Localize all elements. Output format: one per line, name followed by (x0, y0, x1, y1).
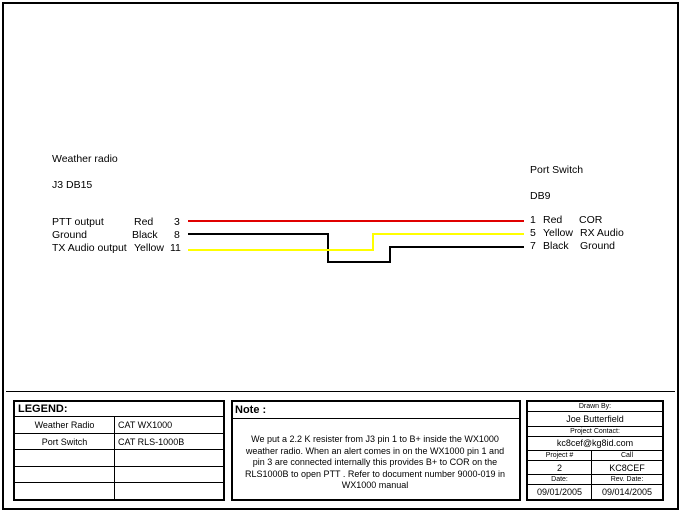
note-box: Note : We put a 2.2 K resister from J3 p… (231, 400, 521, 501)
rev-date-label: Rev. Date: (591, 474, 664, 486)
date-label: Date: (526, 474, 593, 486)
note-title: Note : (235, 404, 267, 416)
legend-row (13, 465, 225, 484)
project-contact-value: kc8cef@kg8id.com (526, 435, 664, 451)
drawn-by-value: Joe Butterfield (526, 411, 664, 427)
legend-table: LEGEND: Weather Radio CAT WX1000 Port Sw… (13, 400, 225, 501)
note-text: We put a 2.2 K resister from J3 pin 1 to… (245, 434, 505, 490)
project-number-label: Project # (526, 449, 593, 461)
legend-row (13, 482, 225, 501)
legend-item-name (13, 482, 115, 501)
legend-item-value (114, 482, 225, 501)
rev-date-value: 09/014/2005 (591, 484, 664, 501)
legend-item-value: CAT WX1000 (114, 416, 225, 434)
legend-row: Weather Radio CAT WX1000 (13, 416, 225, 434)
note-divider (233, 418, 519, 419)
project-contact-label: Project Contact: (526, 425, 664, 437)
project-number-value: 2 (526, 459, 593, 476)
black-wire (188, 233, 524, 263)
legend-item-value (114, 449, 225, 467)
legend-item-name: Weather Radio (13, 416, 115, 434)
legend-item-value: CAT RLS-1000B (114, 432, 225, 451)
legend-item-value (114, 465, 225, 484)
legend-row (13, 449, 225, 467)
legend-item-name (13, 465, 115, 484)
legend-item-name (13, 449, 115, 467)
date-value: 09/01/2005 (526, 484, 593, 501)
call-label: Call (591, 449, 664, 461)
legend-title: LEGEND: (14, 401, 224, 418)
title-block: Drawn By: Joe Butterfield Project Contac… (526, 400, 664, 501)
call-value: KC8CEF (591, 459, 664, 476)
legend-item-name: Port Switch (13, 432, 115, 451)
drawn-by-label: Drawn By: (526, 400, 664, 413)
legend-row: Port Switch CAT RLS-1000B (13, 432, 225, 451)
